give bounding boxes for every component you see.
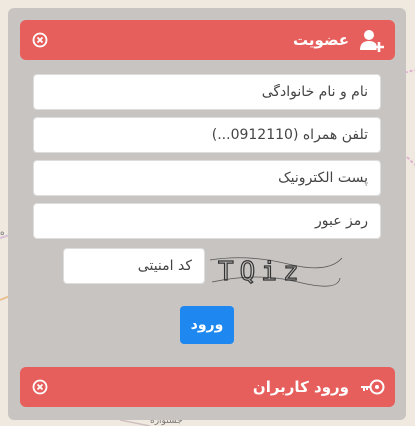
close-icon[interactable] [32, 379, 48, 395]
captcha-image: TQiz [209, 256, 343, 288]
add-user-icon [359, 27, 385, 53]
key-icon [359, 374, 385, 400]
phone-field[interactable] [33, 117, 381, 153]
signup-header[interactable]: عضویت [20, 20, 395, 60]
close-icon[interactable] [32, 32, 48, 48]
login-header[interactable]: ورود کاربران [20, 367, 395, 407]
submit-button[interactable]: ورود [180, 306, 234, 344]
captcha-input[interactable] [63, 248, 205, 284]
auth-panel: عضویت TQiz ورود ورود کاربران [8, 8, 406, 420]
captcha-text: TQiz [218, 257, 305, 287]
fullname-field[interactable] [33, 74, 381, 110]
signup-title: عضویت [293, 31, 349, 49]
login-title: ورود کاربران [252, 378, 349, 396]
password-field[interactable] [33, 203, 381, 239]
map-label: ه [0, 228, 5, 238]
email-field[interactable] [33, 160, 381, 196]
